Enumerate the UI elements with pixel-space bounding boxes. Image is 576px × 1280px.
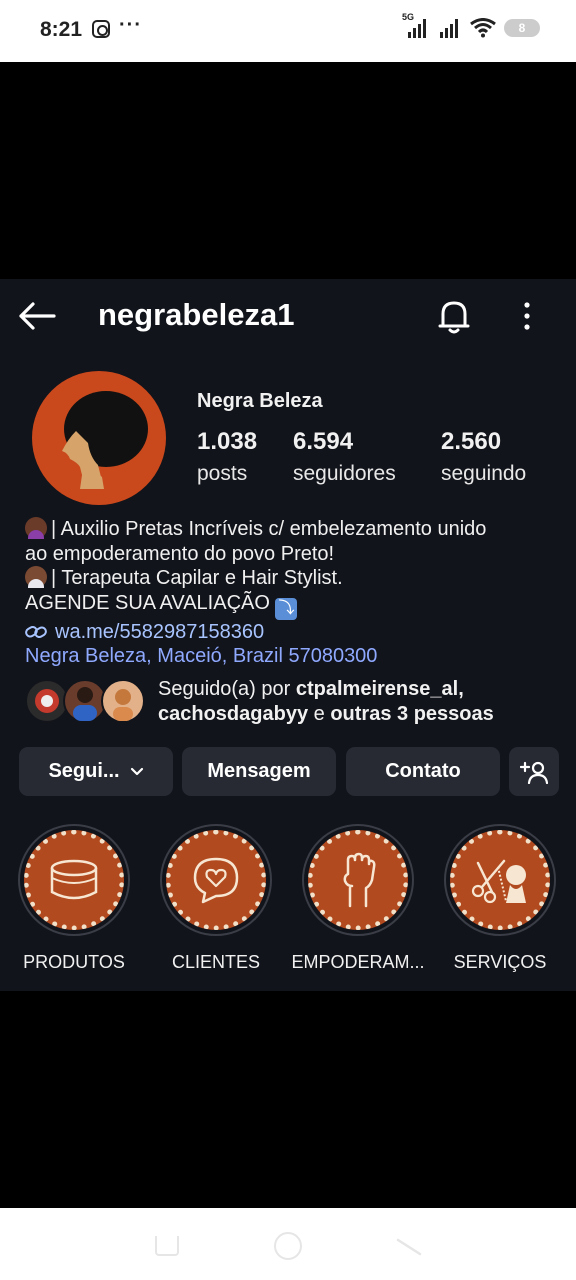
- woman-emoji-icon: [25, 517, 47, 539]
- profile-username: negrabeleza1: [98, 297, 295, 332]
- battery-level: 8: [518, 21, 526, 35]
- bio-link[interactable]: wa.me/5582987158360: [25, 620, 565, 645]
- back-arrow-icon[interactable]: [18, 301, 56, 331]
- bio-line: | Auxilio Pretas Incríveis c/ embelezame…: [51, 518, 487, 540]
- stat-posts[interactable]: 1.038 posts: [197, 428, 257, 486]
- cellular-signal-icon: 5G: [402, 12, 426, 38]
- following-button-label: Segui...: [48, 760, 120, 782]
- followed-by-text: Seguido(a) por ctpalmeirense_al, cachosd…: [158, 677, 494, 727]
- stat-value: 1.038: [197, 428, 258, 455]
- instagram-notification-icon: [92, 20, 110, 38]
- battery-icon: 8: [504, 19, 540, 37]
- more-notifications-icon: ···: [119, 14, 142, 36]
- stat-label: seguidores: [293, 462, 396, 485]
- contact-button-label: Contato: [385, 760, 461, 782]
- avatar-silhouette-icon: [62, 391, 148, 489]
- followed-by[interactable]: Seguido(a) por ctpalmeirense_al, cachosd…: [25, 677, 565, 727]
- back-button-icon[interactable]: [396, 1236, 422, 1258]
- stat-value: 2.560: [441, 428, 502, 455]
- stat-value: 6.594: [293, 428, 354, 455]
- bio-location[interactable]: Negra Beleza, Maceió, Brazil 57080300: [25, 644, 565, 669]
- letterbox-top: [0, 62, 576, 279]
- cellular-signal-2-icon: [440, 18, 458, 38]
- home-button[interactable]: [274, 1232, 302, 1260]
- man-emoji-icon: [25, 566, 47, 588]
- bio-line: | Terapeuta Capilar e Hair Stylist.: [51, 567, 343, 589]
- profile-bio: | Auxilio Pretas Incríveis c/ embelezame…: [25, 517, 565, 669]
- status-time: 8:21: [40, 18, 83, 41]
- highlight-produtos[interactable]: PRODUTOS: [18, 824, 130, 973]
- highlight-servicos[interactable]: SERVIÇOS: [444, 824, 556, 973]
- followed-by-connector: e: [313, 703, 325, 725]
- scissors-comb-icon: [471, 859, 526, 904]
- letterbox-bottom: [0, 991, 576, 1208]
- stat-label: seguindo: [441, 462, 527, 485]
- profile-avatar[interactable]: [32, 371, 166, 505]
- chevron-down-icon: [130, 767, 143, 775]
- status-bar: 8:21 ··· 5G 8: [0, 0, 576, 62]
- highlight-clientes[interactable]: CLIENTES: [160, 824, 272, 973]
- highlight-label: PRODUTOS: [23, 952, 125, 972]
- message-button-label: Mensagem: [207, 760, 311, 782]
- profile-actions: Segui... Mensagem Contato: [19, 747, 559, 797]
- follower-username: cachosdagabyy: [158, 703, 309, 725]
- bio-line: AGENDE SUA AVALIAÇÃO: [25, 591, 270, 614]
- cream-jar-icon: [50, 859, 98, 900]
- story-highlights: PRODUTOS CLIENTES EMPODERAM... SERVIÇOS: [0, 824, 576, 974]
- stat-following[interactable]: 2.560 seguindo: [441, 428, 526, 486]
- instagram-profile: negrabeleza1 Negra Beleza 1.038 posts 6.…: [0, 279, 576, 991]
- bio-line: ao empoderamento do povo Preto!: [25, 542, 335, 565]
- highlight-label: CLIENTES: [171, 952, 261, 972]
- down-arrow-emoji-icon: ⤵: [275, 597, 298, 620]
- follower-avatar: [101, 679, 145, 723]
- add-user-icon: [520, 761, 548, 784]
- raised-fist-icon: [343, 852, 376, 908]
- more-options-icon[interactable]: [516, 301, 538, 331]
- wifi-icon: [470, 18, 496, 38]
- link-icon: [25, 625, 47, 638]
- display-name: Negra Beleza: [197, 390, 323, 412]
- system-navigation-bar: [0, 1208, 576, 1280]
- followed-by-others: outras 3 pessoas: [330, 703, 494, 725]
- stat-followers[interactable]: 6.594 seguidores: [293, 428, 396, 486]
- add-user-button[interactable]: [509, 747, 559, 796]
- bio-link-text: wa.me/5582987158360: [55, 620, 265, 643]
- recent-apps-button[interactable]: [155, 1236, 179, 1256]
- highlight-label: EMPODERAM...: [291, 952, 425, 972]
- followed-by-prefix: Seguido(a) por: [158, 678, 291, 700]
- bell-icon[interactable]: [436, 297, 472, 335]
- following-button[interactable]: Segui...: [19, 747, 173, 796]
- profile-header: negrabeleza1: [0, 279, 576, 353]
- heart-chat-icon: [193, 857, 239, 904]
- highlight-empoderamento[interactable]: EMPODERAM...: [291, 824, 425, 973]
- stat-label: posts: [197, 462, 248, 485]
- highlight-label: SERVIÇOS: [453, 952, 547, 972]
- contact-button[interactable]: Contato: [346, 747, 500, 796]
- message-button[interactable]: Mensagem: [182, 747, 336, 796]
- follower-username: ctpalmeirense_al,: [295, 678, 464, 700]
